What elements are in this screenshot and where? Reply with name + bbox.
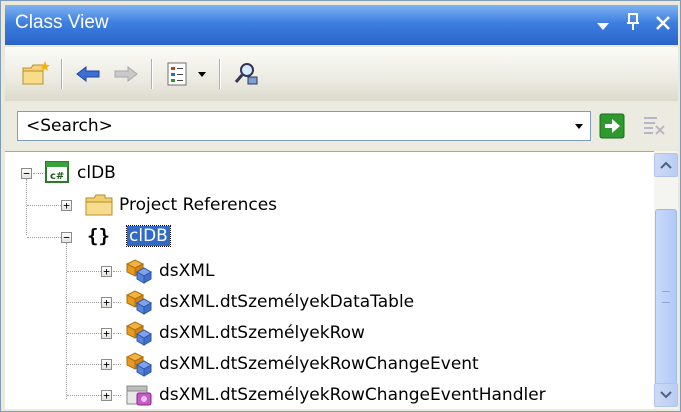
toolbar-separator xyxy=(219,59,221,89)
tree-guide-line xyxy=(67,271,101,272)
tree-guide-line xyxy=(67,302,101,303)
expand-icon[interactable]: + xyxy=(61,200,72,211)
new-folder-icon[interactable] xyxy=(19,57,53,91)
class-icon xyxy=(125,352,153,377)
dropdown-arrow-icon[interactable] xyxy=(191,57,213,91)
clear-search-icon[interactable] xyxy=(641,113,667,139)
scroll-down-icon[interactable] xyxy=(654,383,678,407)
svg-text:c#: c# xyxy=(50,171,64,182)
tree-label-delegate: dsXML.dtSzemélyekRowChangeEventHandler xyxy=(159,385,546,405)
toolbar-separator xyxy=(151,59,153,89)
tree-guide-line xyxy=(113,271,121,272)
folder-icon xyxy=(85,194,113,216)
tree-guide-line xyxy=(113,395,121,396)
expand-icon[interactable]: + xyxy=(101,390,112,401)
tree-guide-line xyxy=(113,302,121,303)
tree-guide-line xyxy=(113,333,121,334)
title-bar[interactable]: Class View xyxy=(5,5,678,45)
tree-guide-line xyxy=(67,395,101,396)
tree-label-project-references: Project References xyxy=(119,195,278,215)
search-input[interactable] xyxy=(26,115,546,137)
tree-guide-line xyxy=(33,173,43,174)
class-icon xyxy=(125,321,153,346)
find-symbol-icon[interactable] xyxy=(229,57,263,91)
toolbar-separator xyxy=(61,59,63,89)
close-icon[interactable] xyxy=(650,9,676,39)
tree-guide-line xyxy=(67,333,101,334)
collapse-icon[interactable]: − xyxy=(61,232,72,243)
tree-row-project-references[interactable]: + Project References xyxy=(5,190,645,222)
go-icon[interactable] xyxy=(599,113,625,139)
tree-row-namespace[interactable]: − {} clDB xyxy=(5,222,645,254)
view-settings-icon[interactable] xyxy=(161,57,195,91)
tree-row-class[interactable]: + dsXML.dtSzemélyekRow xyxy=(5,318,645,350)
tree-label-namespace-selected: clDB xyxy=(126,225,171,247)
search-combobox[interactable] xyxy=(17,111,591,141)
namespace-icon: {} xyxy=(87,225,110,247)
scroll-up-icon[interactable] xyxy=(654,153,678,177)
tree-row-delegate[interactable]: + dsXML.dtSzemélyekRowChangeEventHandler xyxy=(5,380,645,409)
toolbar xyxy=(5,47,678,101)
tree-guide-line xyxy=(67,364,101,365)
forward-arrow-icon[interactable] xyxy=(109,57,143,91)
search-dropdown-icon[interactable] xyxy=(571,118,587,134)
tree-label-class: dsXML.dtSzemélyekRowChangeEvent xyxy=(159,354,479,374)
collapse-icon[interactable]: − xyxy=(21,168,32,179)
tree-label-class: dsXML.dtSzemélyekRow xyxy=(159,323,365,343)
scrollbar-thumb[interactable] xyxy=(655,209,677,385)
tree-label-root: clDB xyxy=(77,163,116,183)
class-icon xyxy=(125,259,153,284)
tree-label-class: dsXML xyxy=(159,261,215,281)
tree-row-class[interactable]: + dsXML.dtSzemélyekDataTable xyxy=(5,287,645,319)
class-tree[interactable]: − c# clDB + Project References − {} clDB… xyxy=(5,151,678,409)
tree-label-class: dsXML.dtSzemélyekDataTable xyxy=(159,292,415,312)
expand-icon[interactable]: + xyxy=(101,359,112,370)
expand-icon[interactable]: + xyxy=(101,266,112,277)
tree-guide-line xyxy=(27,237,61,238)
window-position-dropdown-icon[interactable] xyxy=(590,9,616,39)
tree-row-root[interactable]: − c# clDB xyxy=(5,158,645,190)
class-view-window: Class View <Search> − c# clDB + Project … xyxy=(0,0,681,412)
expand-icon[interactable]: + xyxy=(101,297,112,308)
vertical-scrollbar[interactable] xyxy=(654,151,678,409)
tree-guide-line xyxy=(113,364,121,365)
window-title: Class View xyxy=(15,12,109,33)
auto-hide-pin-icon[interactable] xyxy=(620,9,646,39)
csharp-project-icon: c# xyxy=(45,161,69,183)
delegate-icon xyxy=(126,385,152,406)
class-icon xyxy=(125,290,153,315)
back-arrow-icon[interactable] xyxy=(71,57,105,91)
tree-row-class[interactable]: + dsXML.dtSzemélyekRowChangeEvent xyxy=(5,349,645,381)
expand-icon[interactable]: + xyxy=(101,328,112,339)
tree-guide-line xyxy=(27,205,61,206)
tree-row-class[interactable]: + dsXML xyxy=(5,256,645,288)
search-row xyxy=(5,103,678,149)
